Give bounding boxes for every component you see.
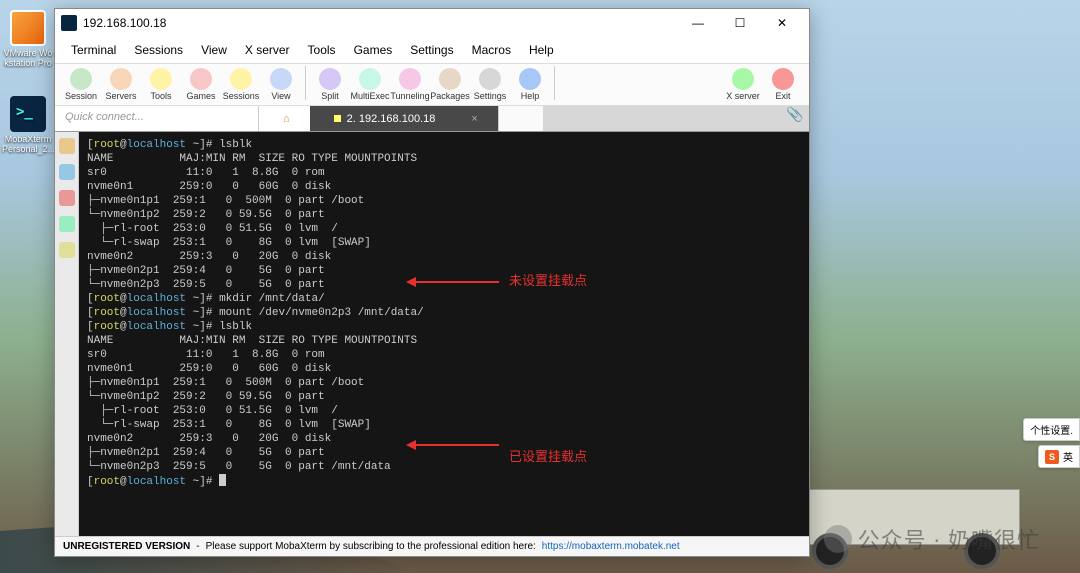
minimize-button[interactable]: —	[677, 9, 719, 37]
tabs-row: Quick connect... ⌂ 2. 192.168.100.18 × 📎	[55, 106, 809, 132]
footer-link[interactable]: https://mobaxterm.mobatek.net	[542, 541, 680, 552]
titlebar[interactable]: 192.168.100.18 — ☐ ✕	[55, 9, 809, 37]
close-button[interactable]: ✕	[761, 9, 803, 37]
help-icon	[519, 68, 541, 90]
wechat-icon	[824, 525, 852, 553]
annotation-unset: 未设置挂载点	[509, 274, 587, 288]
menu-macros[interactable]: Macros	[464, 41, 519, 59]
mobaxterm-icon	[10, 96, 46, 132]
app-icon	[61, 15, 77, 31]
toolbar-servers[interactable]: Servers	[101, 66, 141, 103]
view-icon	[270, 68, 292, 90]
servers-icon	[110, 68, 132, 90]
packages-icon	[439, 68, 461, 90]
sidebar-globe-icon[interactable]	[59, 164, 75, 180]
menu-bar: TerminalSessionsViewX serverToolsGamesSe…	[55, 37, 809, 64]
toolbar-games[interactable]: Games	[181, 66, 221, 103]
desktop-icon-label: VMware Wo kstation Pro	[2, 48, 54, 68]
ime-indicator[interactable]: S英	[1038, 445, 1080, 468]
annotation-arrow-set	[409, 444, 499, 446]
multiexec-icon	[359, 68, 381, 90]
annotation-arrow-unset	[409, 281, 499, 283]
maximize-button[interactable]: ☐	[719, 9, 761, 37]
unregistered-label: UNREGISTERED VERSION	[63, 541, 190, 552]
terminal[interactable]: [root@localhost ~]# lsblkNAME MAJ:MIN RM…	[79, 132, 809, 536]
footer-message: Please support MobaXterm by subscribing …	[206, 541, 536, 552]
watermark: 公众号 · 奶嘴很忙	[824, 523, 1040, 555]
toolbar-tools[interactable]: Tools	[141, 66, 181, 103]
personalize-button[interactable]: 个性设置.	[1023, 418, 1080, 441]
settings-icon	[479, 68, 501, 90]
toolbar-tunneling[interactable]: Tunneling	[390, 66, 430, 103]
menu-terminal[interactable]: Terminal	[63, 41, 124, 59]
sidebar-tools-icon[interactable]	[59, 190, 75, 206]
vmware-icon	[10, 10, 46, 46]
menu-view[interactable]: View	[193, 41, 235, 59]
toolbar-view[interactable]: View	[261, 66, 301, 103]
left-sidebar	[55, 132, 79, 536]
sidebar-brush-icon[interactable]	[59, 216, 75, 232]
menu-settings[interactable]: Settings	[402, 41, 461, 59]
exit-icon	[772, 68, 794, 90]
right-panel: 个性设置. S英	[1023, 418, 1080, 468]
toolbar-settings[interactable]: Settings	[470, 66, 510, 103]
desktop-icon-mobaxterm[interactable]: MobaXterm Personal_2...	[2, 96, 54, 154]
window-title: 192.168.100.18	[83, 16, 677, 30]
sidebar-sftp-icon[interactable]	[59, 242, 75, 258]
toolbar-split[interactable]: Split	[310, 66, 350, 103]
home-icon: ⌂	[283, 113, 290, 125]
tab-close-button[interactable]: ×	[471, 113, 477, 125]
mobaxterm-window: 192.168.100.18 — ☐ ✕ TerminalSessionsVie…	[54, 8, 810, 557]
x server-icon	[732, 68, 754, 90]
menu-x-server[interactable]: X server	[237, 41, 298, 59]
tab-label: 2. 192.168.100.18	[347, 113, 436, 125]
quick-connect-input[interactable]: Quick connect...	[55, 106, 259, 131]
sogou-icon: S	[1045, 450, 1059, 464]
toolbar-help[interactable]: Help	[510, 66, 550, 103]
session-icon	[70, 68, 92, 90]
new-tab-button[interactable]	[498, 106, 543, 131]
menu-games[interactable]: Games	[346, 41, 401, 59]
attach-icon[interactable]: 📎	[781, 106, 809, 131]
menu-sessions[interactable]: Sessions	[126, 41, 191, 59]
tab-session-active[interactable]: 2. 192.168.100.18 ×	[310, 106, 498, 131]
status-bar: UNREGISTERED VERSION - Please support Mo…	[55, 536, 809, 556]
split-icon	[319, 68, 341, 90]
annotation-set: 已设置挂载点	[509, 450, 587, 464]
toolbar-multiexec[interactable]: MultiExec	[350, 66, 390, 103]
menu-help[interactable]: Help	[521, 41, 562, 59]
session-icon	[334, 115, 341, 122]
toolbar-exit[interactable]: Exit	[763, 66, 803, 103]
toolbar-packages[interactable]: Packages	[430, 66, 470, 103]
tab-home[interactable]: ⌂	[259, 106, 310, 131]
toolbar-session[interactable]: Session	[61, 66, 101, 103]
desktop-icon-label: MobaXterm Personal_2...	[2, 134, 54, 154]
toolbar-sessions[interactable]: Sessions	[221, 66, 261, 103]
toolbar-x-server[interactable]: X server	[723, 66, 763, 103]
tunneling-icon	[399, 68, 421, 90]
tools-icon	[150, 68, 172, 90]
toolbar: SessionServersToolsGamesSessionsViewSpli…	[55, 64, 809, 106]
games-icon	[190, 68, 212, 90]
sidebar-star-icon[interactable]	[59, 138, 75, 154]
menu-tools[interactable]: Tools	[300, 41, 344, 59]
sessions-icon	[230, 68, 252, 90]
desktop-icon-vmware[interactable]: VMware Wo kstation Pro	[2, 10, 54, 68]
